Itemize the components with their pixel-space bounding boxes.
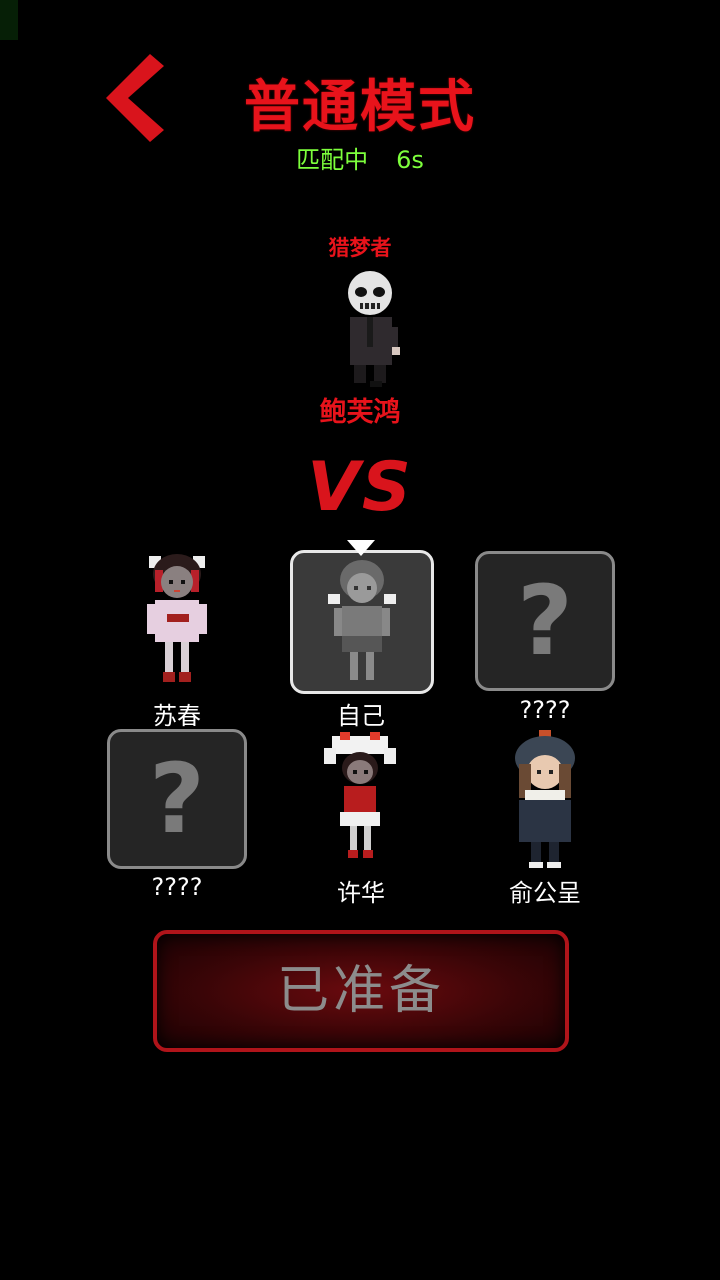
player-slot-6[interactable] [475, 728, 615, 868]
question-mark-icon: ? [149, 743, 205, 855]
question-mark-icon: ? [517, 565, 573, 677]
player-name-1: 苏春 [153, 702, 201, 730]
hunter-role-title: 猎梦者 [328, 236, 392, 260]
hunter-avatar [330, 265, 410, 390]
ready-button-label: 已准备 [276, 961, 445, 1021]
player-name-6: 俞公呈 [509, 879, 581, 907]
ready-button[interactable]: 已准备 [153, 930, 569, 1052]
player-avatar [324, 732, 396, 858]
player-avatar [328, 560, 396, 680]
player-avatar [147, 554, 207, 682]
player-name-5: 许华 [337, 879, 385, 907]
hunter-name: 鲍芙鸿 [319, 397, 401, 428]
player-slot-self[interactable] [290, 550, 434, 694]
player-slot-3[interactable]: ? [475, 551, 615, 691]
match-status-label: 匹配中 [296, 146, 369, 174]
player-name-self: 自己 [337, 702, 385, 730]
player-slot-5[interactable] [290, 728, 430, 868]
player-avatar [515, 730, 575, 868]
match-timer: 6s [396, 146, 424, 174]
player-slot-4[interactable]: ? [107, 729, 247, 869]
match-status: 匹配中 6s [0, 140, 720, 175]
player-name-4: ???? [151, 873, 203, 901]
vs-label: VS [307, 448, 413, 527]
corner-indicator [0, 0, 18, 40]
page-title: 普通模式 [244, 75, 476, 140]
self-indicator-arrow [347, 540, 375, 556]
player-slot-1[interactable] [107, 548, 247, 688]
player-name-3: ???? [519, 696, 571, 724]
